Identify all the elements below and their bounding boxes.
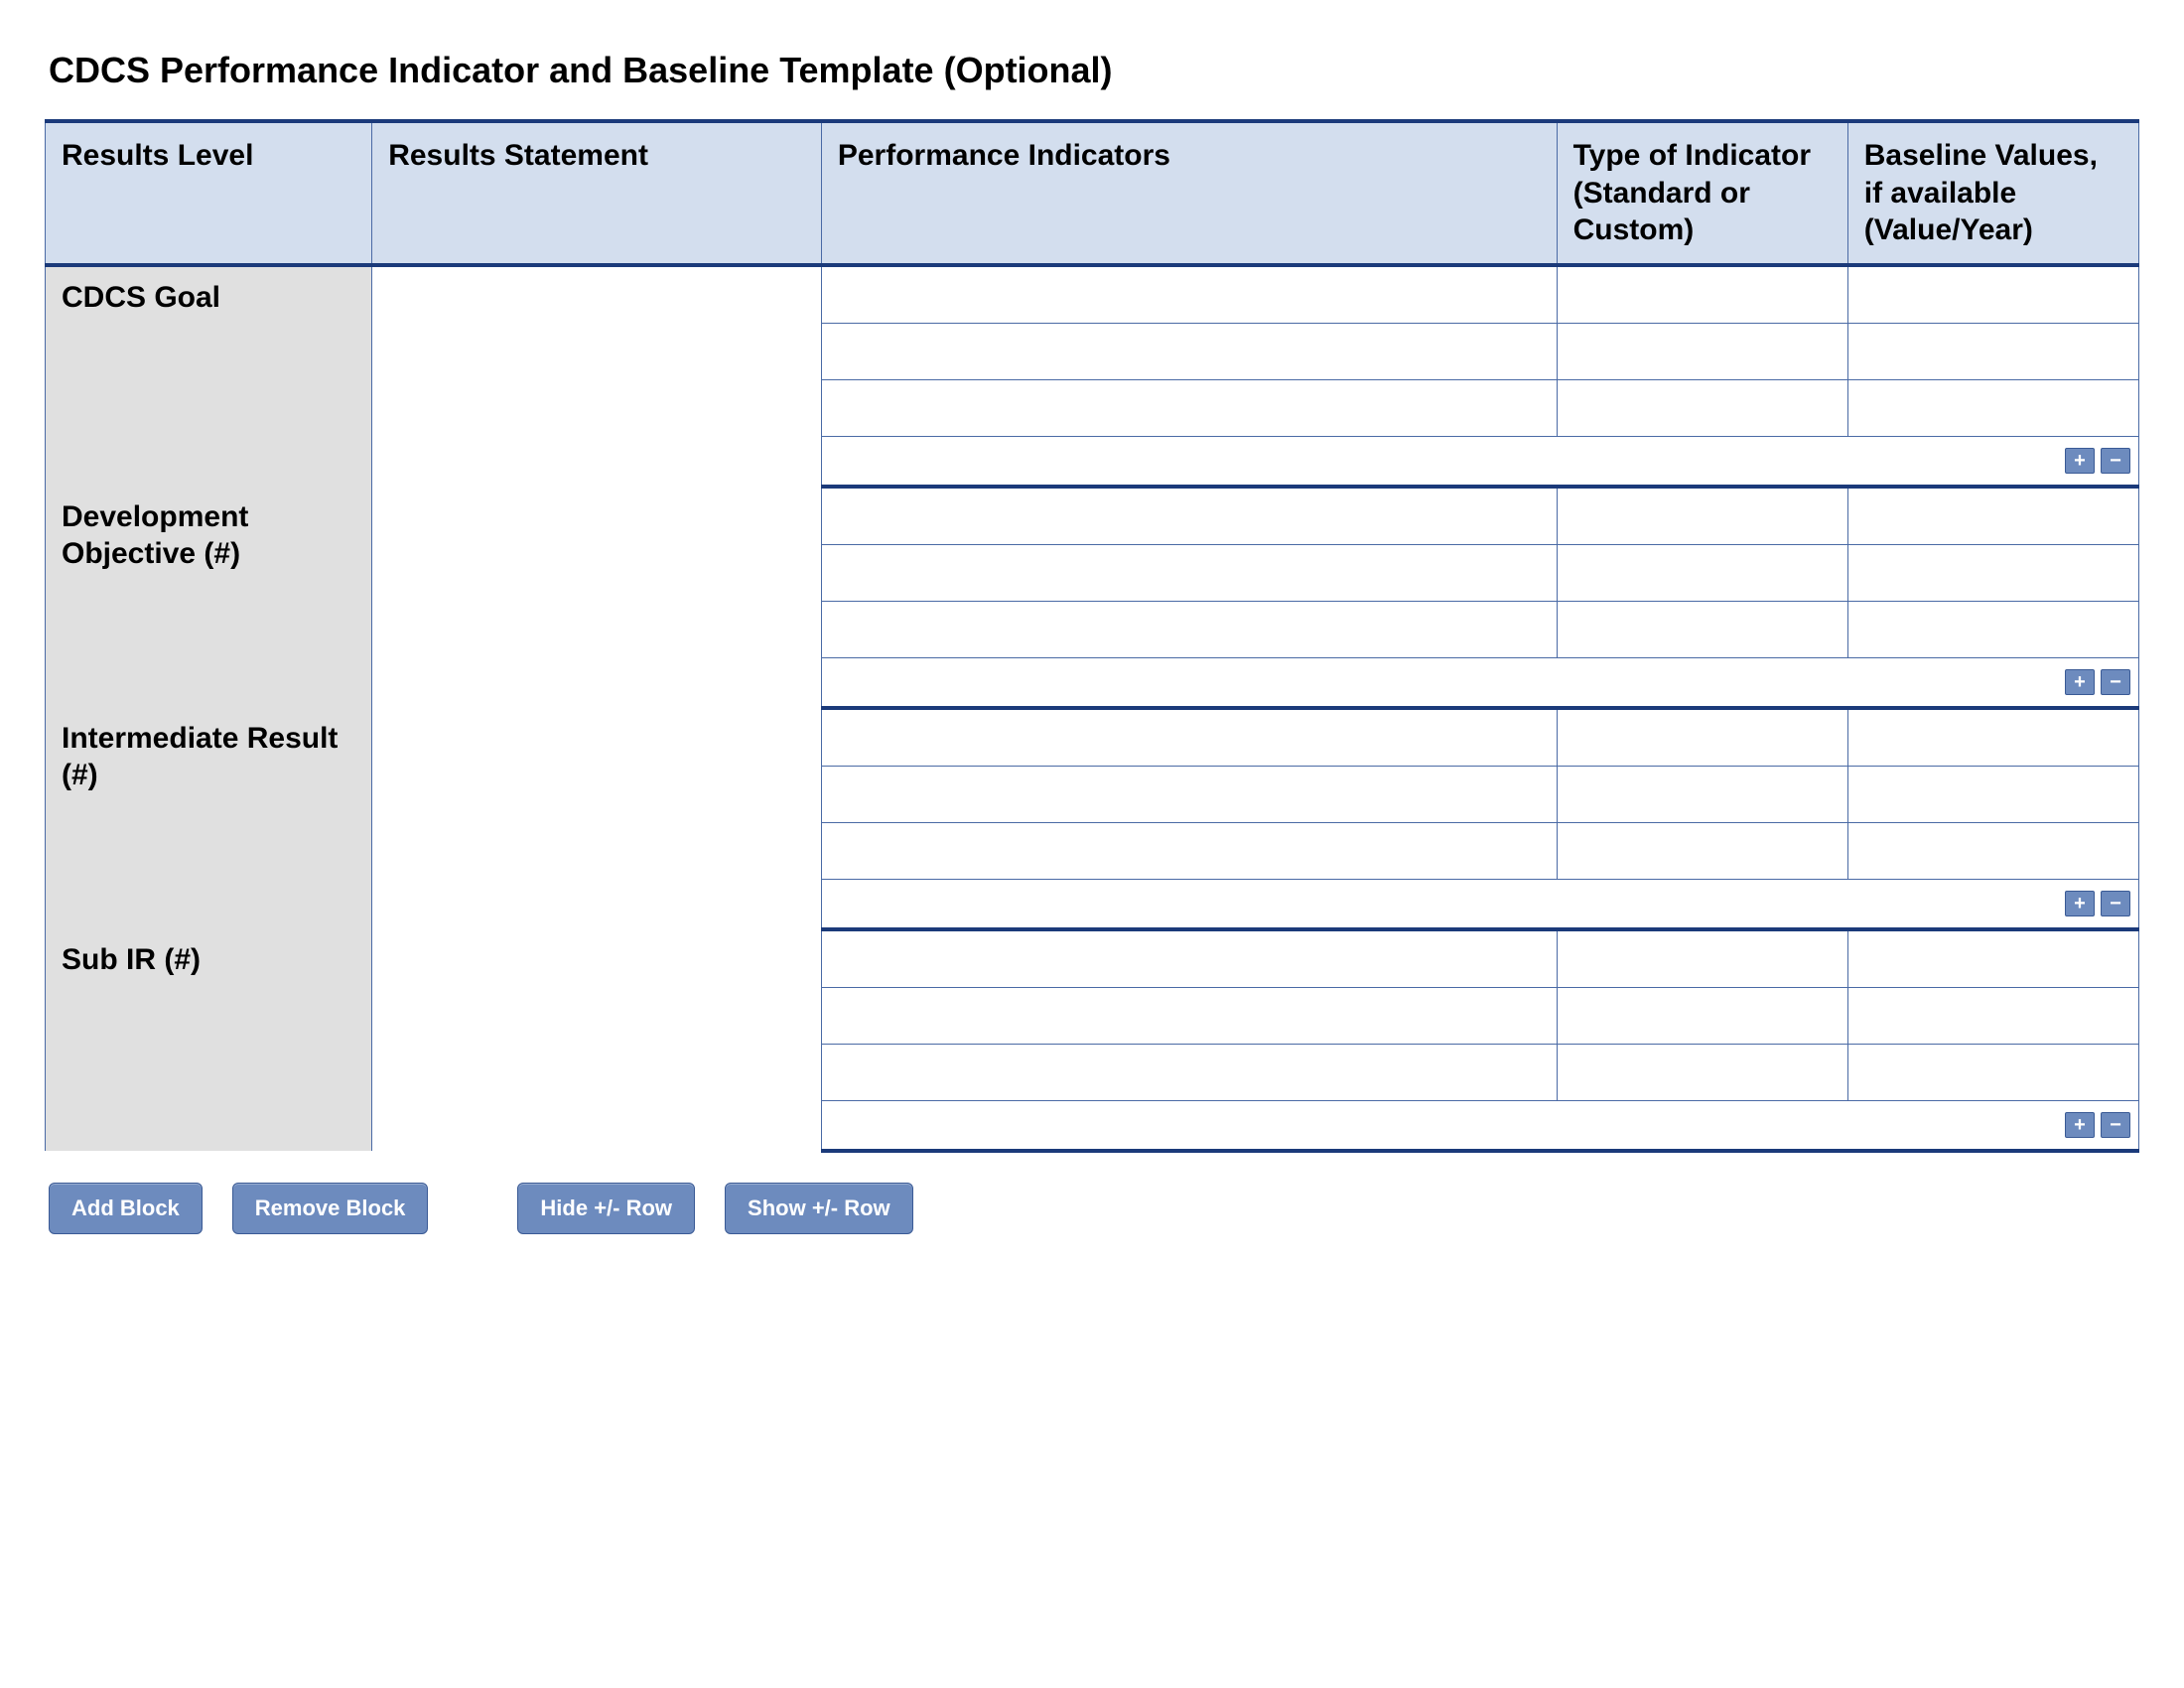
remove-block-button[interactable]: Remove Block [232, 1183, 429, 1234]
indicator-cell[interactable] [821, 929, 1557, 988]
baseline-cell[interactable] [1847, 1044, 2138, 1100]
type-cell[interactable] [1557, 265, 1847, 324]
section-label-cdcs-goal: CDCS Goal [46, 265, 372, 487]
add-row-button[interactable]: + [2065, 669, 2095, 695]
baseline-cell[interactable] [1847, 544, 2138, 601]
indicator-cell[interactable] [821, 379, 1557, 436]
indicator-cell[interactable] [821, 265, 1557, 324]
indicator-cell[interactable] [821, 766, 1557, 822]
baseline-cell[interactable] [1847, 601, 2138, 657]
baseline-cell[interactable] [1847, 708, 2138, 767]
type-cell[interactable] [1557, 708, 1847, 767]
template-table: Results Level Results Statement Performa… [45, 119, 2139, 1153]
type-cell[interactable] [1557, 987, 1847, 1044]
type-cell[interactable] [1557, 1044, 1847, 1100]
indicator-cell[interactable] [821, 708, 1557, 767]
results-statement-cell[interactable] [372, 929, 822, 1151]
results-statement-cell[interactable] [372, 265, 822, 487]
type-cell[interactable] [1557, 544, 1847, 601]
add-row-button[interactable]: + [2065, 891, 2095, 916]
section-label-development-objective: Development Objective (#) [46, 487, 372, 708]
col-header-performance-indicators: Performance Indicators [821, 121, 1557, 265]
baseline-cell[interactable] [1847, 822, 2138, 879]
baseline-cell[interactable] [1847, 766, 2138, 822]
page-title: CDCS Performance Indicator and Baseline … [49, 50, 2139, 91]
hide-row-button[interactable]: Hide +/- Row [517, 1183, 695, 1234]
remove-row-button[interactable]: − [2101, 1112, 2130, 1138]
table-row: Intermediate Result (#) [46, 708, 2139, 767]
type-cell[interactable] [1557, 766, 1847, 822]
type-cell[interactable] [1557, 323, 1847, 379]
table-header-row: Results Level Results Statement Performa… [46, 121, 2139, 265]
remove-row-button[interactable]: − [2101, 891, 2130, 916]
pm-row: + − [821, 879, 2138, 929]
type-cell[interactable] [1557, 929, 1847, 988]
baseline-cell[interactable] [1847, 487, 2138, 545]
col-header-results-statement: Results Statement [372, 121, 822, 265]
section-label-sub-ir: Sub IR (#) [46, 929, 372, 1151]
col-header-results-level: Results Level [46, 121, 372, 265]
indicator-cell[interactable] [821, 987, 1557, 1044]
type-cell[interactable] [1557, 601, 1847, 657]
indicator-cell[interactable] [821, 1044, 1557, 1100]
pm-row: + − [821, 1100, 2138, 1151]
indicator-cell[interactable] [821, 323, 1557, 379]
footer-buttons: Add Block Remove Block Hide +/- Row Show… [49, 1183, 2139, 1234]
section-label-intermediate-result: Intermediate Result (#) [46, 708, 372, 929]
type-cell[interactable] [1557, 822, 1847, 879]
table-row: Sub IR (#) [46, 929, 2139, 988]
add-row-button[interactable]: + [2065, 448, 2095, 474]
indicator-cell[interactable] [821, 544, 1557, 601]
baseline-cell[interactable] [1847, 265, 2138, 324]
indicator-cell[interactable] [821, 822, 1557, 879]
indicator-cell[interactable] [821, 601, 1557, 657]
table-row: CDCS Goal [46, 265, 2139, 324]
baseline-cell[interactable] [1847, 929, 2138, 988]
add-block-button[interactable]: Add Block [49, 1183, 203, 1234]
pm-row: + − [821, 657, 2138, 708]
type-cell[interactable] [1557, 379, 1847, 436]
remove-row-button[interactable]: − [2101, 448, 2130, 474]
col-header-indicator-type: Type of Indicator (Standard or Custom) [1557, 121, 1847, 265]
pm-row: + − [821, 436, 2138, 487]
baseline-cell[interactable] [1847, 323, 2138, 379]
type-cell[interactable] [1557, 487, 1847, 545]
results-statement-cell[interactable] [372, 487, 822, 708]
add-row-button[interactable]: + [2065, 1112, 2095, 1138]
results-statement-cell[interactable] [372, 708, 822, 929]
table-row: Development Objective (#) [46, 487, 2139, 545]
col-header-baseline: Baseline Values, if available (Value/Yea… [1847, 121, 2138, 265]
baseline-cell[interactable] [1847, 987, 2138, 1044]
show-row-button[interactable]: Show +/- Row [725, 1183, 913, 1234]
baseline-cell[interactable] [1847, 379, 2138, 436]
remove-row-button[interactable]: − [2101, 669, 2130, 695]
indicator-cell[interactable] [821, 487, 1557, 545]
